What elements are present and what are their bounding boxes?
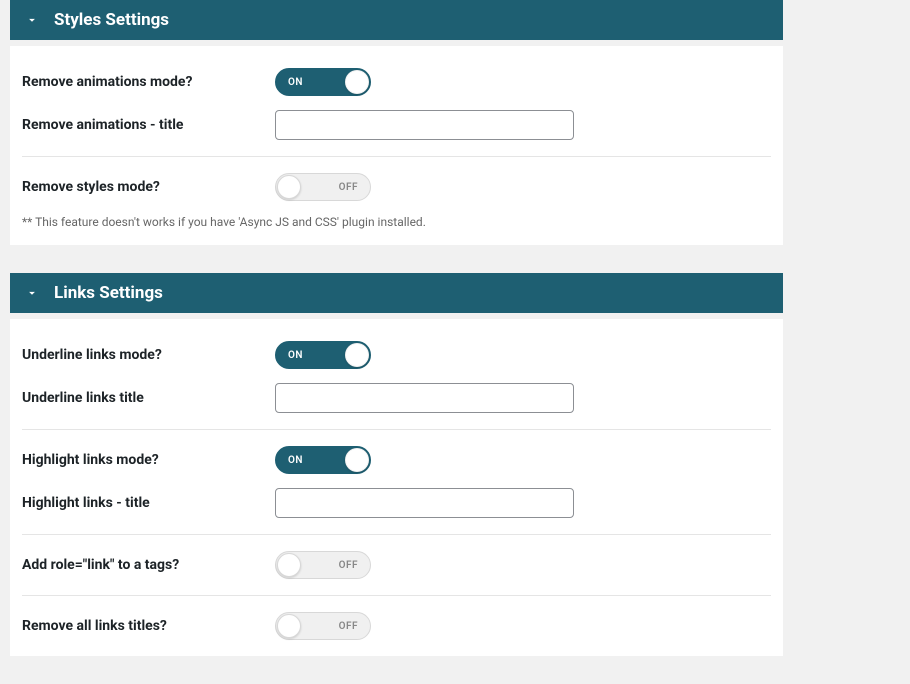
underline-links-mode-toggle[interactable]: ON (275, 341, 371, 369)
remove-links-titles-row: Remove all links titles? OFF (22, 612, 771, 640)
section-title: Styles Settings (54, 10, 169, 30)
toggle-off-text: OFF (339, 182, 358, 193)
toggle-knob (277, 553, 301, 577)
remove-styles-mode-toggle[interactable]: OFF (275, 173, 371, 201)
toggle-knob (345, 70, 369, 94)
remove-links-titles-toggle[interactable]: OFF (275, 612, 371, 640)
underline-links-title-row: Underline links title (22, 383, 771, 413)
section-title: Links Settings (54, 283, 163, 303)
remove-animations-mode-row: Remove animations mode? ON (22, 68, 771, 96)
highlight-links-title-label: Highlight links - title (22, 495, 275, 511)
remove-animations-mode-toggle[interactable]: ON (275, 68, 371, 96)
toggle-on-text: ON (288, 455, 303, 466)
highlight-links-title-row: Highlight links - title (22, 488, 771, 518)
underline-links-title-input[interactable] (275, 383, 574, 413)
remove-animations-mode-label: Remove animations mode? (22, 74, 275, 90)
highlight-links-title-input[interactable] (275, 488, 574, 518)
chevron-down-icon (24, 12, 40, 28)
underline-links-mode-row: Underline links mode? ON (22, 341, 771, 369)
toggle-off-text: OFF (339, 560, 358, 571)
remove-styles-mode-row: Remove styles mode? OFF (22, 173, 771, 201)
remove-animations-title-row: Remove animations - title (22, 110, 771, 140)
underline-links-title-label: Underline links title (22, 390, 275, 406)
add-role-link-toggle[interactable]: OFF (275, 551, 371, 579)
underline-links-mode-label: Underline links mode? (22, 347, 275, 363)
toggle-knob (345, 448, 369, 472)
styles-settings-section: Styles Settings Remove animations mode? … (0, 0, 910, 245)
remove-styles-note: ** This feature doesn't works if you hav… (22, 215, 771, 229)
remove-styles-group: Remove styles mode? OFF ** This feature … (22, 173, 771, 229)
styles-settings-header[interactable]: Styles Settings (10, 0, 783, 40)
styles-settings-body: Remove animations mode? ON Remove animat… (10, 46, 783, 245)
toggle-knob (277, 175, 301, 199)
highlight-links-mode-toggle[interactable]: ON (275, 446, 371, 474)
highlight-links-mode-label: Highlight links mode? (22, 452, 275, 468)
toggle-on-text: ON (288, 350, 303, 361)
remove-animations-group: Remove animations mode? ON Remove animat… (22, 68, 771, 157)
remove-animations-title-input[interactable] (275, 110, 574, 140)
toggle-off-text: OFF (339, 621, 358, 632)
links-settings-section: Links Settings Underline links mode? ON … (0, 273, 910, 656)
highlight-links-mode-row: Highlight links mode? ON (22, 446, 771, 474)
toggle-knob (277, 614, 301, 638)
remove-styles-mode-label: Remove styles mode? (22, 179, 275, 195)
remove-animations-title-label: Remove animations - title (22, 117, 275, 133)
toggle-on-text: ON (288, 77, 303, 88)
toggle-knob (345, 343, 369, 367)
add-role-link-row: Add role="link" to a tags? OFF (22, 551, 771, 579)
underline-links-group: Underline links mode? ON Underline links… (22, 341, 771, 430)
add-role-link-label: Add role="link" to a tags? (22, 557, 275, 573)
add-role-link-group: Add role="link" to a tags? OFF (22, 551, 771, 596)
links-settings-header[interactable]: Links Settings (10, 273, 783, 313)
links-settings-body: Underline links mode? ON Underline links… (10, 319, 783, 656)
remove-links-titles-group: Remove all links titles? OFF (22, 612, 771, 640)
highlight-links-group: Highlight links mode? ON Highlight links… (22, 446, 771, 535)
chevron-down-icon (24, 285, 40, 301)
remove-links-titles-label: Remove all links titles? (22, 618, 275, 634)
